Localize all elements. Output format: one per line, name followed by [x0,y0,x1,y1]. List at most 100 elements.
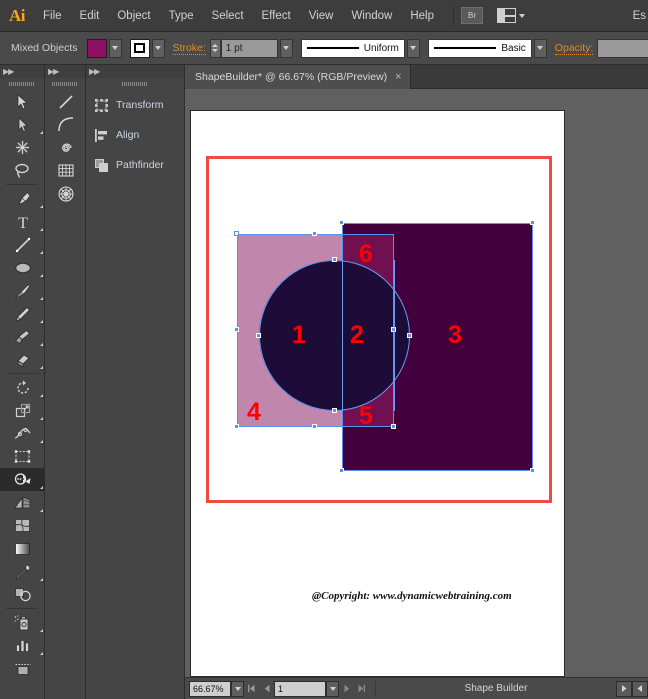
bridge-button[interactable]: Br [461,7,483,24]
tool-paintbrush[interactable] [0,279,45,302]
artboard-dropdown-button[interactable] [326,680,339,697]
fill-dropdown-button[interactable] [108,38,122,58]
tool-line[interactable] [45,90,86,113]
zoom-level-field[interactable]: 66.67% [189,680,231,697]
panel-item-align[interactable]: Align [86,120,184,150]
panel-item-transform[interactable]: Transform [86,90,184,120]
selection-handle[interactable] [530,220,535,225]
stroke-dropdown-button[interactable] [151,38,165,58]
tools-panel-2-collapse-button[interactable]: ▶▶ [45,65,85,78]
stroke-swatch[interactable] [129,38,150,58]
current-tool-label[interactable]: Shape Builder [375,680,616,697]
menu-edit[interactable]: Edit [71,0,109,32]
menu-type[interactable]: Type [160,0,203,32]
tool-type[interactable]: T [0,210,45,233]
tool-column-graph[interactable] [0,634,45,657]
stroke-weight-stepper[interactable] [209,38,221,58]
tool-artboard[interactable] [0,657,45,680]
panel-dock-collapse-button[interactable]: ▶▶ [86,65,184,78]
tool-line-segment[interactable] [0,233,45,256]
menu-window[interactable]: Window [342,0,401,32]
tool-magic-wand[interactable] [0,136,45,159]
tools-panel-grip[interactable] [9,79,35,88]
arrange-documents-button[interactable] [497,8,525,23]
tool-rectangular-grid[interactable] [45,159,86,182]
selection-anchor-bottom[interactable] [332,408,337,413]
menu-object[interactable]: Object [108,0,159,32]
document-page[interactable]: 1 2 3 4 5 6 @Copyright: www.dynamicwebtr… [190,110,565,677]
tool-rotate[interactable] [0,376,45,399]
zoom-dropdown-button[interactable] [231,680,244,697]
brush-definition-control[interactable]: Basic [427,38,547,58]
tool-blend[interactable] [0,583,45,606]
tool-mesh[interactable] [0,514,45,537]
tool-scale[interactable] [0,399,45,422]
stroke-weight-control[interactable]: 1 pt [209,38,293,58]
status-expand-left-button[interactable] [632,680,648,697]
tool-gradient[interactable] [0,537,45,560]
tool-selection[interactable] [0,90,45,113]
tool-symbol-sprayer[interactable] [0,611,45,634]
selection-handle[interactable] [339,468,344,473]
workspace-switcher[interactable]: Es [633,0,646,32]
document-tab[interactable]: ShapeBuilder* @ 66.67% (RGB/Preview) × [185,65,411,89]
close-icon[interactable]: × [395,71,401,83]
menu-effect[interactable]: Effect [253,0,300,32]
canvas-area[interactable]: 1 2 3 4 5 6 @Copyright: www.dynamicwebtr… [185,89,648,677]
brush-field[interactable]: Basic [427,38,532,58]
tool-direct-selection[interactable] [0,113,45,136]
stroke-weight-dropdown-button[interactable] [279,38,293,58]
tool-ellipse[interactable] [0,256,45,279]
next-artboard-button[interactable] [339,679,354,699]
selection-handle[interactable] [234,327,239,332]
menu-select[interactable]: Select [203,0,253,32]
tool-polar-grid[interactable] [45,182,86,205]
selection-handle[interactable] [530,468,535,473]
width-profile-field[interactable]: Uniform [300,38,405,58]
tool-pencil[interactable] [0,302,45,325]
selection-box-circle[interactable] [259,260,410,411]
stroke-label[interactable]: Stroke: [172,42,206,55]
tool-eyedropper[interactable] [0,560,45,583]
selection-anchor-right[interactable] [407,333,412,338]
menu-file[interactable]: File [34,0,71,32]
brush-dropdown-button[interactable] [533,38,547,58]
width-profile-dropdown-button[interactable] [406,38,420,58]
fill-control[interactable] [86,38,122,58]
selection-handle[interactable] [312,424,317,429]
variable-width-profile-control[interactable]: Uniform [300,38,420,58]
tool-eraser[interactable] [0,348,45,371]
tool-perspective-grid[interactable] [0,491,45,514]
panel-dock-grip[interactable] [122,79,148,88]
tool-pen[interactable] [0,187,45,210]
selection-anchor-top[interactable] [332,257,337,262]
tool-lasso[interactable] [0,159,45,182]
panel-item-pathfinder[interactable]: Pathfinder [86,150,184,180]
tools-panel-2-grip[interactable] [52,79,78,88]
selection-handle[interactable] [339,220,344,225]
tool-blob-brush[interactable] [0,325,45,348]
selection-handle[interactable] [234,231,239,236]
tools-panel-collapse-button[interactable]: ▶▶ [0,65,44,78]
previous-artboard-button[interactable] [259,679,274,699]
selection-handle[interactable] [312,231,317,236]
stroke-color-control[interactable] [129,38,165,58]
tool-free-transform[interactable] [0,445,45,468]
status-expand-right-button[interactable] [616,680,632,697]
selection-handle[interactable] [234,424,239,429]
first-artboard-button[interactable] [244,679,259,699]
menu-help[interactable]: Help [401,0,443,32]
selection-anchor-left[interactable] [256,333,261,338]
tool-width[interactable] [0,422,45,445]
artboard-number-field[interactable]: 1 [274,680,326,697]
last-artboard-button[interactable] [354,679,369,699]
tool-spiral[interactable] [45,136,86,159]
tool-shape-builder[interactable] [0,468,45,491]
opacity-field[interactable] [597,38,648,58]
opacity-label[interactable]: Opacity: [554,42,594,55]
menu-view[interactable]: View [300,0,343,32]
stroke-weight-field[interactable]: 1 pt [220,38,278,58]
fill-swatch[interactable] [86,38,107,58]
tool-arc[interactable] [45,113,86,136]
opacity-control[interactable] [597,38,648,58]
